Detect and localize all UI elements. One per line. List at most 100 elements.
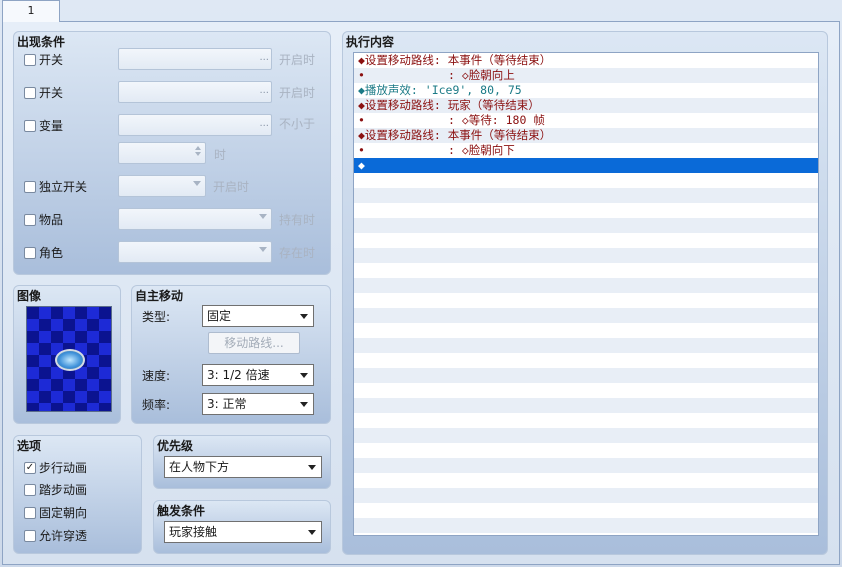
ellipsis-button[interactable]: ... bbox=[259, 52, 269, 63]
switch1-box[interactable] bbox=[24, 53, 36, 66]
event-image-preview[interactable] bbox=[26, 306, 112, 412]
switch1-checkbox[interactable]: 开关 bbox=[24, 51, 63, 68]
freq-value: 3: 正常 bbox=[207, 397, 247, 411]
empty-command-line[interactable] bbox=[354, 338, 818, 353]
command-line[interactable]: ◆设置移动路线: 本事件（等待结束） bbox=[354, 53, 818, 68]
empty-command-line[interactable] bbox=[354, 263, 818, 278]
freq-select[interactable]: 3: 正常 bbox=[202, 393, 314, 415]
chevron-down-icon bbox=[300, 373, 308, 378]
empty-command-line[interactable] bbox=[354, 398, 818, 413]
empty-command-line[interactable] bbox=[354, 203, 818, 218]
variable-checkbox[interactable]: 变量 bbox=[24, 117, 63, 134]
chevron-down-icon bbox=[300, 402, 308, 407]
variable-suffix: 不小于 bbox=[279, 117, 316, 131]
empty-command-line[interactable] bbox=[354, 353, 818, 368]
through-checkbox[interactable]: 允许穿透 bbox=[24, 527, 87, 544]
trigger-select[interactable]: 玩家接触 bbox=[164, 521, 322, 543]
switch2-field[interactable]: ... bbox=[118, 81, 272, 103]
freq-label: 频率: bbox=[142, 398, 171, 412]
chevron-down-icon bbox=[259, 247, 267, 252]
walk-anim-checkbox[interactable]: ✓ 步行动画 bbox=[24, 459, 87, 476]
switch1-suffix: 开启时 bbox=[279, 53, 316, 67]
move-route-button[interactable]: 移动路线... bbox=[208, 332, 300, 354]
self-switch-box[interactable] bbox=[24, 180, 36, 193]
actor-select[interactable] bbox=[118, 241, 272, 263]
trigger-value: 玩家接触 bbox=[169, 525, 218, 539]
priority-title: 优先级 bbox=[157, 439, 194, 453]
empty-command-line[interactable] bbox=[354, 308, 818, 323]
empty-command-line[interactable] bbox=[354, 503, 818, 518]
priority-select[interactable]: 在人物下方 bbox=[164, 456, 322, 478]
self-switch-checkbox[interactable]: 独立开关 bbox=[24, 178, 87, 195]
empty-command-line[interactable] bbox=[354, 293, 818, 308]
command-line[interactable]: ◆设置移动路线: 玩家（等待结束） bbox=[354, 98, 818, 113]
step-anim-box[interactable] bbox=[24, 483, 36, 496]
empty-command-line[interactable] bbox=[354, 488, 818, 503]
actor-checkbox[interactable]: 角色 bbox=[24, 244, 63, 261]
chevron-down-icon bbox=[300, 314, 308, 319]
command-line[interactable]: • : ◇脸朝向上 bbox=[354, 68, 818, 83]
step-anim-checkbox[interactable]: 踏步动画 bbox=[24, 481, 87, 498]
empty-command-line[interactable] bbox=[354, 458, 818, 473]
empty-command-line[interactable] bbox=[354, 413, 818, 428]
empty-command-line[interactable] bbox=[354, 368, 818, 383]
chevron-down-icon bbox=[308, 530, 316, 535]
variable-value-stepper[interactable] bbox=[118, 142, 206, 164]
through-label: 允许穿透 bbox=[39, 529, 88, 543]
conditions-group: 出现条件 开关 ... 开启时 开关 ... 开启时 变量 ... 不小于 时 … bbox=[13, 31, 331, 275]
empty-command-line[interactable] bbox=[354, 173, 818, 188]
empty-command-line[interactable] bbox=[354, 443, 818, 458]
actor-box[interactable] bbox=[24, 246, 36, 259]
tab-page-1[interactable]: 1 bbox=[2, 0, 60, 22]
options-group: 选项 ✓ 步行动画 踏步动画 固定朝向 允许穿透 bbox=[13, 435, 142, 554]
ellipsis-button[interactable]: ... bbox=[259, 118, 269, 129]
command-line[interactable]: • : ◇脸朝向下 bbox=[354, 143, 818, 158]
switch2-box[interactable] bbox=[24, 86, 36, 99]
direction-fix-label: 固定朝向 bbox=[39, 506, 88, 520]
empty-command-line[interactable] bbox=[354, 323, 818, 338]
through-box[interactable] bbox=[24, 529, 36, 542]
contents-title: 执行内容 bbox=[346, 35, 395, 49]
speed-value: 3: 1/2 倍速 bbox=[207, 368, 270, 382]
switch2-checkbox[interactable]: 开关 bbox=[24, 84, 63, 101]
self-switch-suffix: 开启时 bbox=[213, 180, 250, 194]
command-line[interactable]: • : ◇等待: 180 帧 bbox=[354, 113, 818, 128]
switch1-field[interactable]: ... bbox=[118, 48, 272, 70]
item-box[interactable] bbox=[24, 213, 36, 226]
item-checkbox[interactable]: 物品 bbox=[24, 211, 63, 228]
actor-suffix: 存在时 bbox=[279, 246, 316, 260]
sprite-image bbox=[55, 349, 85, 371]
event-command-list[interactable]: ◆设置移动路线: 本事件（等待结束） • : ◇脸朝向上 ◆播放声效: 'Ice9'… bbox=[353, 52, 819, 536]
switch2-label: 开关 bbox=[39, 86, 64, 100]
variable-box[interactable] bbox=[24, 119, 36, 132]
empty-command-line[interactable] bbox=[354, 428, 818, 443]
variable-field[interactable]: ... bbox=[118, 114, 272, 136]
item-label: 物品 bbox=[39, 213, 64, 227]
autonomous-title: 自主移动 bbox=[135, 289, 184, 303]
empty-command-line[interactable] bbox=[354, 518, 818, 533]
direction-fix-box[interactable] bbox=[24, 506, 36, 519]
autonomous-group: 自主移动 类型: 固定 移动路线... 速度: 3: 1/2 倍速 频率: 3:… bbox=[131, 285, 331, 424]
empty-command-line[interactable] bbox=[354, 383, 818, 398]
empty-command-line[interactable] bbox=[354, 188, 818, 203]
command-line[interactable]: ◆播放声效: 'Ice9', 80, 75 bbox=[354, 83, 818, 98]
image-group: 图像 bbox=[13, 285, 121, 424]
type-label: 类型: bbox=[142, 310, 171, 324]
type-select[interactable]: 固定 bbox=[202, 305, 314, 327]
empty-command-line[interactable] bbox=[354, 218, 818, 233]
item-select[interactable] bbox=[118, 208, 272, 230]
direction-fix-checkbox[interactable]: 固定朝向 bbox=[24, 504, 87, 521]
command-line[interactable]: ◆ bbox=[354, 158, 818, 173]
empty-command-line[interactable] bbox=[354, 473, 818, 488]
ellipsis-button[interactable]: ... bbox=[259, 85, 269, 96]
command-line[interactable]: ◆设置移动路线: 本事件（等待结束） bbox=[354, 128, 818, 143]
switch1-label: 开关 bbox=[39, 53, 64, 67]
empty-command-line[interactable] bbox=[354, 278, 818, 293]
speed-select[interactable]: 3: 1/2 倍速 bbox=[202, 364, 314, 386]
item-suffix: 持有时 bbox=[279, 213, 316, 227]
empty-command-line[interactable] bbox=[354, 233, 818, 248]
self-switch-select[interactable] bbox=[118, 175, 206, 197]
walk-anim-box[interactable]: ✓ bbox=[24, 461, 36, 474]
spin-arrows[interactable] bbox=[193, 144, 203, 162]
empty-command-line[interactable] bbox=[354, 248, 818, 263]
